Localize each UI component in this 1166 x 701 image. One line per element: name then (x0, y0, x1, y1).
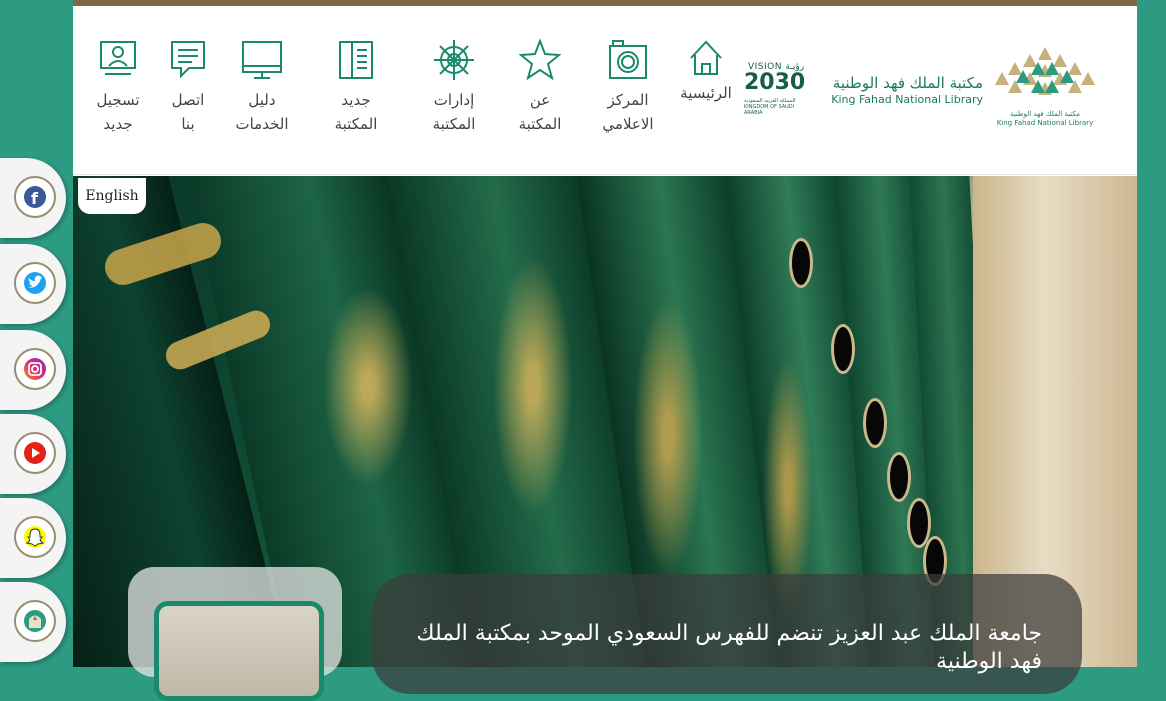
nav-contact-label-1: اتصل (171, 91, 205, 109)
nav-contact[interactable]: اتصل بنا (152, 38, 224, 136)
nav-services-guide[interactable]: دليل الخدمات (226, 38, 298, 136)
nav-register-label-1: تسجيل (96, 91, 140, 109)
news-headline-box[interactable]: جامعة الملك عبد العزيز تنضم للفهرس السعو… (372, 574, 1082, 694)
home-icon (690, 40, 722, 75)
logo-caption-ar: مكتبة الملك فهد الوطنية (1009, 110, 1081, 118)
nav-media-center-label-2: الاعلامي (602, 115, 654, 133)
news-title[interactable]: جامعة الملك عبد العزيز تنضم للفهرس السعو… (402, 620, 1042, 676)
nav-departments-label-1: إدارات (433, 91, 475, 109)
vision-sub: المملكة العربية السعودية KINGDOM OF SAUD… (744, 98, 796, 116)
social-library-app[interactable] (0, 582, 66, 662)
nav-whats-new[interactable]: جديد المكتبة (320, 38, 392, 136)
nav-home-label: الرئيسية (680, 84, 732, 102)
news-thumbnail[interactable] (128, 567, 342, 701)
nav-about-label-2: المكتبة (518, 115, 562, 133)
nav-services-guide-label-2: الخدمات (235, 115, 289, 133)
library-logo[interactable]: مكتبة الملك فهد الوطنية King Fahad Natio… (990, 42, 1100, 132)
camera-icon (609, 40, 647, 79)
nav-departments[interactable]: إدارات المكتبة (418, 38, 490, 136)
library-name-ar: مكتبة الملك فهد الوطنية (832, 74, 983, 92)
nav-home[interactable]: الرئيسية (676, 38, 736, 102)
ship-wheel-icon (434, 40, 474, 80)
book-icon (339, 41, 373, 79)
nav-register-label-2: جديد (103, 115, 133, 133)
nav-services-guide-label-1: دليل (248, 91, 276, 109)
news-image (154, 601, 324, 701)
vision-year: 2030 (744, 70, 806, 95)
library-name[interactable]: مكتبة الملك فهد الوطنية King Fahad Natio… (823, 74, 983, 108)
nav-whats-new-label-1: جديد (341, 91, 371, 109)
social-instagram[interactable] (0, 330, 66, 410)
language-toggle-english[interactable]: English (78, 178, 146, 214)
nav-whats-new-label-2: المكتبة (334, 115, 378, 133)
nav-about[interactable]: عن المكتبة (504, 38, 576, 136)
svg-text:f: f (31, 189, 39, 208)
twitter-icon (24, 272, 46, 294)
chat-icon (171, 41, 205, 79)
social-youtube[interactable] (0, 414, 66, 494)
star-icon (519, 38, 561, 81)
social-twitter[interactable] (0, 244, 66, 324)
library-app-icon (24, 610, 46, 632)
library-name-en: King Fahad National Library (831, 93, 983, 106)
nav-register[interactable]: تسجيل جديد (82, 38, 154, 136)
nav-contact-label-2: بنا (181, 115, 195, 133)
logo-caption-en: King Fahad National Library (996, 119, 1094, 127)
nav-departments-label-2: المكتبة (432, 115, 476, 133)
social-snapchat[interactable] (0, 498, 66, 578)
youtube-icon (24, 442, 46, 464)
instagram-icon (24, 358, 46, 380)
facebook-icon: f (24, 186, 46, 208)
vision-2030-logo: VISION رؤيـة 2030 المملكة العربية السعود… (744, 62, 806, 116)
user-register-icon (100, 41, 136, 75)
snapchat-icon (24, 526, 46, 548)
nav-about-label-1: عن (529, 91, 551, 109)
nav-media-center-label-1: المركز (607, 91, 649, 109)
monitor-icon (242, 41, 282, 79)
social-facebook[interactable]: f (0, 158, 66, 238)
nav-media-center[interactable]: المركز الاعلامي (592, 38, 664, 136)
